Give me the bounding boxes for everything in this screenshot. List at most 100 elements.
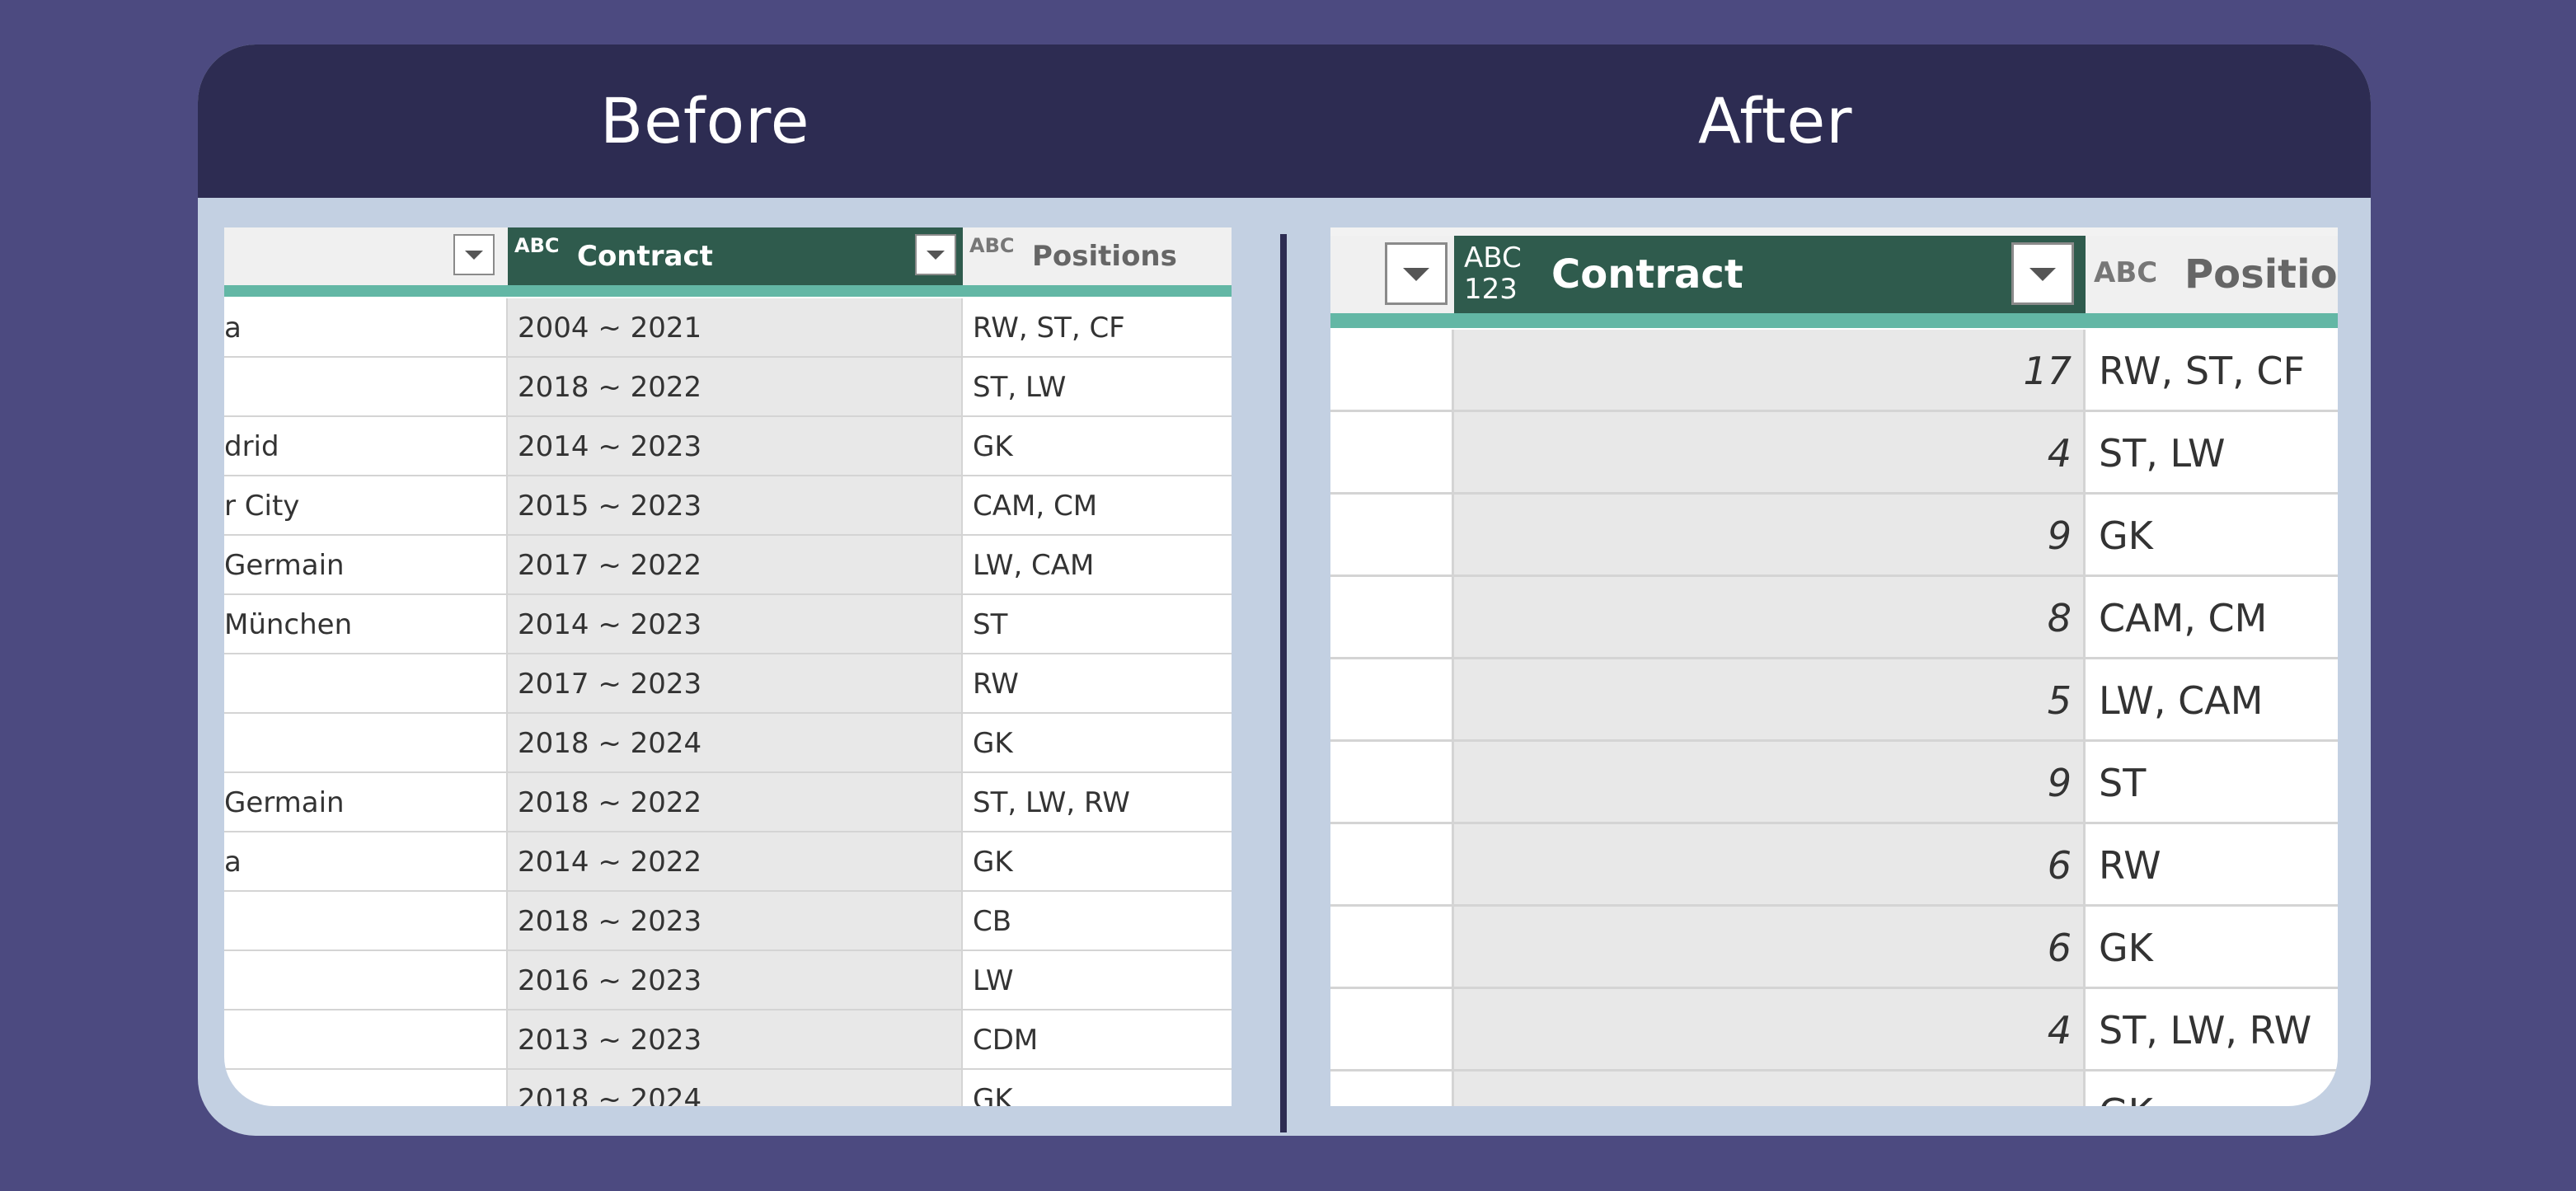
contract-cell[interactable]: 4 [1454, 989, 2086, 1071]
table-row[interactable]: 2013 ~ 2023 CDM [224, 1010, 1232, 1070]
positions-cell[interactable]: CDM [963, 1010, 1232, 1070]
text-type-icon[interactable]: ABC [2094, 259, 2157, 287]
text-type-icon[interactable]: ABC [969, 236, 1014, 256]
contract-filter-dropdown-icon[interactable] [915, 234, 956, 275]
positions-cell[interactable]: GK [963, 417, 1232, 476]
contract-cell[interactable]: 6 [1454, 824, 2086, 907]
positions-cell[interactable]: ST, LW, RW [963, 773, 1232, 832]
contract-cell[interactable]: 5 [1454, 659, 2086, 742]
positions-cell[interactable]: GK [963, 832, 1232, 892]
positions-cell[interactable]: CAM, CM [2086, 577, 2338, 659]
positions-column-header[interactable]: ABC Position [2086, 236, 2338, 313]
positions-cell[interactable]: ST, LW [963, 358, 1232, 417]
text-type-icon[interactable]: ABC [514, 236, 559, 256]
table-row[interactable]: 4 ST, LW, RW [1330, 989, 2338, 1071]
any-type-icon-top[interactable]: ABC [1464, 244, 1522, 272]
table-row[interactable]: 2016 ~ 2023 LW [224, 951, 1232, 1010]
table-row[interactable]: 9 ST [1330, 742, 2338, 824]
previous-column-cell[interactable] [1330, 989, 1454, 1071]
club-cell[interactable] [224, 1010, 508, 1070]
table-row[interactable]: 17 RW, ST, CF [1330, 330, 2338, 412]
contract-cell[interactable]: 9 [1454, 742, 2086, 824]
positions-cell[interactable]: LW, CAM [963, 536, 1232, 595]
club-cell[interactable] [224, 654, 508, 714]
previous-column-filter-dropdown-icon[interactable] [453, 234, 495, 275]
previous-column-cell[interactable] [1330, 659, 1454, 742]
contract-cell[interactable]: 2014 ~ 2022 [508, 832, 963, 892]
contract-cell[interactable]: 2017 ~ 2023 [508, 654, 963, 714]
table-row[interactable]: 6 GK [1330, 907, 2338, 989]
positions-cell[interactable]: GK [2086, 1071, 2338, 1106]
table-row[interactable]: 2017 ~ 2023 RW [224, 654, 1232, 714]
contract-cell[interactable]: 2016 ~ 2023 [508, 951, 963, 1010]
table-row[interactable]: GK [1330, 1071, 2338, 1106]
previous-column-cell[interactable] [1330, 1071, 1454, 1106]
positions-cell[interactable]: RW [2086, 824, 2338, 907]
previous-column-header[interactable] [1330, 236, 1454, 313]
table-row[interactable]: 9 GK [1330, 495, 2338, 577]
contract-cell[interactable]: 6 [1454, 907, 2086, 989]
contract-cell[interactable]: 2013 ~ 2023 [508, 1010, 963, 1070]
club-cell[interactable]: Germain [224, 773, 508, 832]
previous-column-cell[interactable] [1330, 495, 1454, 577]
club-cell[interactable]: a [224, 832, 508, 892]
contract-cell[interactable]: 8 [1454, 577, 2086, 659]
contract-cell[interactable]: 2014 ~ 2023 [508, 595, 963, 654]
contract-cell[interactable]: 17 [1454, 330, 2086, 412]
table-row[interactable]: München 2014 ~ 2023 ST [224, 595, 1232, 654]
positions-cell[interactable]: ST [2086, 742, 2338, 824]
contract-cell[interactable]: 2018 ~ 2022 [508, 358, 963, 417]
previous-column-filter-dropdown-icon[interactable] [1385, 242, 1448, 305]
previous-column-cell[interactable] [1330, 412, 1454, 495]
contract-cell[interactable]: 4 [1454, 412, 2086, 495]
table-row[interactable]: 2018 ~ 2024 GK [224, 714, 1232, 773]
previous-column-cell[interactable] [1330, 907, 1454, 989]
table-row[interactable]: drid 2014 ~ 2023 GK [224, 417, 1232, 476]
positions-cell[interactable]: GK [2086, 907, 2338, 989]
contract-cell[interactable]: 2018 ~ 2022 [508, 773, 963, 832]
previous-column-header[interactable] [224, 227, 508, 285]
positions-cell[interactable]: RW [963, 654, 1232, 714]
previous-column-cell[interactable] [1330, 577, 1454, 659]
positions-cell[interactable]: LW, CAM [2086, 659, 2338, 742]
club-cell[interactable]: drid [224, 417, 508, 476]
club-cell[interactable] [224, 1070, 508, 1106]
contract-cell[interactable]: 9 [1454, 495, 2086, 577]
any-type-icon-bottom[interactable]: 123 [1464, 275, 1518, 303]
contract-cell[interactable]: 2018 ~ 2024 [508, 714, 963, 773]
table-row[interactable]: a 2014 ~ 2022 GK [224, 832, 1232, 892]
positions-column-header[interactable]: ABC Positions [963, 227, 1232, 285]
positions-cell[interactable]: ST [963, 595, 1232, 654]
table-row[interactable]: a 2004 ~ 2021 RW, ST, CF [224, 298, 1232, 358]
club-cell[interactable] [224, 714, 508, 773]
contract-cell[interactable]: 2004 ~ 2021 [508, 298, 963, 358]
positions-cell[interactable]: RW, ST, CF [963, 298, 1232, 358]
table-row[interactable]: Germain 2018 ~ 2022 ST, LW, RW [224, 773, 1232, 832]
table-row[interactable]: r City 2015 ~ 2023 CAM, CM [224, 476, 1232, 536]
club-cell[interactable] [224, 892, 508, 951]
table-row[interactable]: 2018 ~ 2023 CB [224, 892, 1232, 951]
club-cell[interactable]: a [224, 298, 508, 358]
contract-cell[interactable]: 2018 ~ 2024 [508, 1070, 963, 1106]
club-cell[interactable] [224, 358, 508, 417]
club-cell[interactable] [224, 951, 508, 1010]
previous-column-cell[interactable] [1330, 742, 1454, 824]
club-cell[interactable]: r City [224, 476, 508, 536]
contract-column-header[interactable]: ABC 123 Contract [1454, 236, 2086, 313]
contract-cell[interactable]: 2014 ~ 2023 [508, 417, 963, 476]
club-cell[interactable]: Germain [224, 536, 508, 595]
table-row[interactable]: 8 CAM, CM [1330, 577, 2338, 659]
contract-cell[interactable] [1454, 1071, 2086, 1106]
positions-cell[interactable]: LW [963, 951, 1232, 1010]
contract-cell[interactable]: 2015 ~ 2023 [508, 476, 963, 536]
positions-cell[interactable]: ST, LW [2086, 412, 2338, 495]
positions-cell[interactable]: CB [963, 892, 1232, 951]
table-row[interactable]: 4 ST, LW [1330, 412, 2338, 495]
table-row[interactable]: 6 RW [1330, 824, 2338, 907]
previous-column-cell[interactable] [1330, 824, 1454, 907]
table-row[interactable]: 2018 ~ 2024 GK [224, 1070, 1232, 1106]
positions-cell[interactable]: RW, ST, CF [2086, 330, 2338, 412]
positions-cell[interactable]: GK [2086, 495, 2338, 577]
contract-cell[interactable]: 2017 ~ 2022 [508, 536, 963, 595]
positions-cell[interactable]: CAM, CM [963, 476, 1232, 536]
